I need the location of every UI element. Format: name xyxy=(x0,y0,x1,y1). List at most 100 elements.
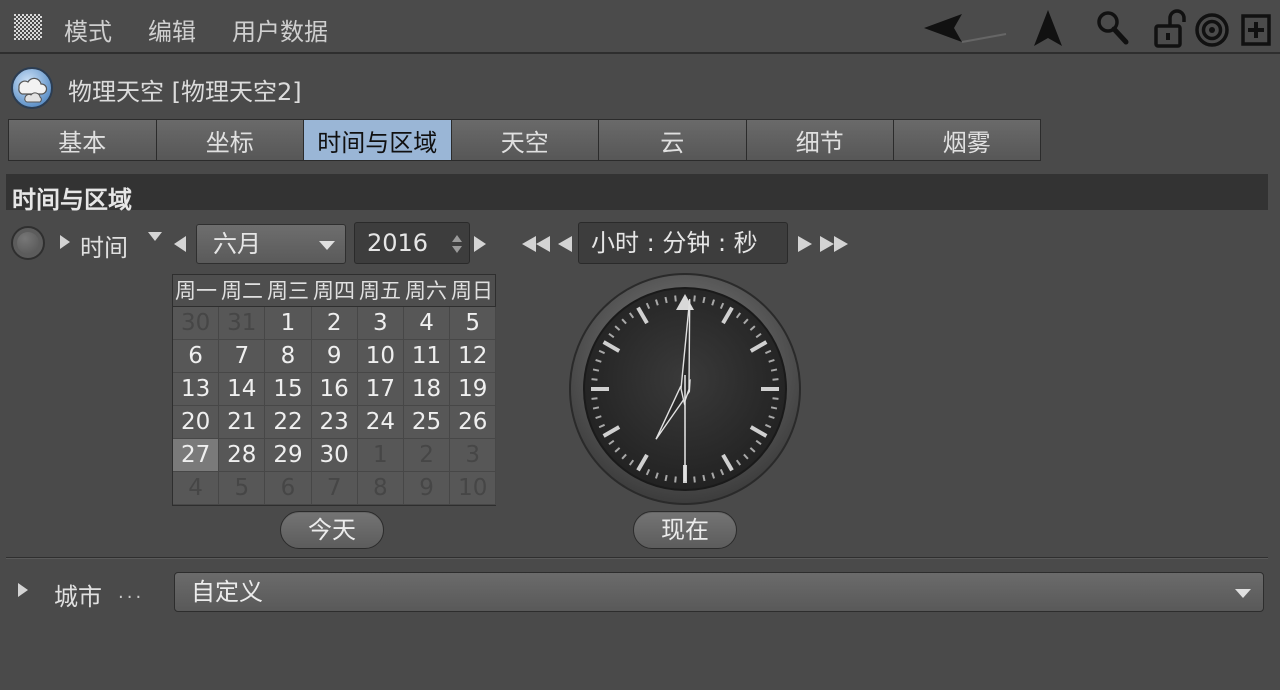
grid-menu-icon[interactable] xyxy=(14,14,42,40)
calendar-day[interactable]: 24 xyxy=(357,406,404,439)
calendar-day[interactable]: 10 xyxy=(450,472,497,505)
up-arrow-icon[interactable] xyxy=(1030,8,1066,48)
time-label: 时间 xyxy=(80,234,128,262)
calendar-weekday: 周六 xyxy=(405,279,447,303)
calendar-day[interactable]: 6 xyxy=(173,340,220,373)
time-placeholder: 小时 : 分钟 : 秒 xyxy=(591,229,758,257)
fast-forward-icon[interactable] xyxy=(794,234,850,254)
menu-user-data[interactable]: 用户数据 xyxy=(232,12,328,47)
calendar-weekday: 周一 xyxy=(175,279,217,303)
calendar-day[interactable]: 25 xyxy=(403,406,451,439)
time-options-icon[interactable] xyxy=(148,232,162,241)
calendar-day[interactable]: 3 xyxy=(450,439,497,472)
calendar-day[interactable]: 12 xyxy=(450,340,497,373)
expand-time-icon[interactable] xyxy=(60,235,70,249)
clock-tick xyxy=(693,476,696,483)
tab-fog[interactable]: 烟雾 xyxy=(893,119,1041,161)
calendar-day[interactable]: 26 xyxy=(450,406,497,439)
calendar-weekday: 周五 xyxy=(359,279,401,303)
calendar-day[interactable]: 5 xyxy=(450,307,497,340)
calendar-day[interactable]: 9 xyxy=(403,472,451,505)
expand-city-icon[interactable] xyxy=(18,583,28,597)
calendar-day[interactable]: 2 xyxy=(311,307,358,340)
clock-tick xyxy=(772,378,779,381)
clock-tick xyxy=(702,474,706,482)
year-value: 2016 xyxy=(367,229,429,257)
calendar-day[interactable]: 1 xyxy=(357,439,404,472)
chevron-down-icon xyxy=(1235,589,1251,598)
city-select[interactable]: 自定义 xyxy=(174,572,1264,612)
calendar-day[interactable]: 1 xyxy=(265,307,312,340)
chevron-down-icon xyxy=(319,241,335,250)
calendar-weekday-header: 周一 周二 周三 周四 周五 周六 周日 xyxy=(173,275,495,307)
clock-tick xyxy=(592,368,600,372)
target-icon[interactable] xyxy=(1194,8,1230,48)
calendar-day[interactable]: 21 xyxy=(219,406,266,439)
menu-mode[interactable]: 模式 xyxy=(64,12,112,47)
calendar-day[interactable]: 22 xyxy=(265,406,312,439)
animate-toggle[interactable] xyxy=(11,226,45,260)
calendar-day[interactable]: 23 xyxy=(311,406,358,439)
tab-details[interactable]: 细节 xyxy=(745,119,893,161)
calendar-day[interactable]: 15 xyxy=(265,373,312,406)
clock-tick xyxy=(674,476,677,483)
menu-edit[interactable]: 编辑 xyxy=(148,12,196,47)
section-title: 时间与区域 xyxy=(12,186,132,214)
year-field[interactable]: 2016 xyxy=(354,222,470,264)
clock-tick xyxy=(592,406,600,410)
month-value: 六月 xyxy=(213,230,261,258)
tab-clouds[interactable]: 云 xyxy=(598,119,746,161)
calendar-day[interactable]: 7 xyxy=(219,340,266,373)
tab-sky[interactable]: 天空 xyxy=(450,119,598,161)
unlock-icon[interactable] xyxy=(1152,8,1188,48)
calendar-day[interactable]: 29 xyxy=(265,439,312,472)
prev-month-icon[interactable] xyxy=(174,236,186,252)
clock-tick xyxy=(664,296,668,304)
calendar-day[interactable]: 10 xyxy=(357,340,404,373)
clock-icon[interactable] xyxy=(568,272,802,506)
next-month-icon[interactable] xyxy=(474,236,486,252)
calendar-day[interactable]: 7 xyxy=(311,472,358,505)
calendar-day[interactable]: 16 xyxy=(311,373,358,406)
rewind-icon[interactable] xyxy=(520,234,576,254)
tab-bar: 基本 坐标 时间与区域 天空 云 细节 烟雾 xyxy=(8,119,1041,161)
city-value: 自定义 xyxy=(191,578,263,606)
calendar-weekday: 周三 xyxy=(267,279,309,303)
tab-time-location[interactable]: 时间与区域 xyxy=(303,119,451,161)
calendar-day[interactable]: 20 xyxy=(173,406,220,439)
tab-coordinates[interactable]: 坐标 xyxy=(155,119,303,161)
calendar-day[interactable]: 17 xyxy=(357,373,404,406)
calendar-day[interactable]: 8 xyxy=(265,340,312,373)
calendar-day[interactable]: 14 xyxy=(219,373,266,406)
calendar-day[interactable]: 13 xyxy=(173,373,220,406)
time-input[interactable]: 小时 : 分钟 : 秒 xyxy=(578,222,788,264)
calendar-day[interactable]: 30 xyxy=(173,307,220,340)
calendar-day[interactable]: 3 xyxy=(357,307,404,340)
calendar-day[interactable]: 2 xyxy=(403,439,451,472)
search-icon[interactable] xyxy=(1094,8,1130,48)
calendar-day[interactable]: 6 xyxy=(265,472,312,505)
calendar: 周一 周二 周三 周四 周五 周六 周日 30 31 1 2 3 4 5 6 7 8 9 10 11 12 13 14 15… xyxy=(172,274,497,506)
calendar-day[interactable]: 5 xyxy=(219,472,266,505)
add-panel-icon[interactable] xyxy=(1240,8,1272,48)
clock-tick xyxy=(772,397,779,400)
calendar-day[interactable]: 4 xyxy=(403,307,451,340)
tab-basic[interactable]: 基本 xyxy=(8,119,156,161)
calendar-day[interactable]: 27 xyxy=(173,439,220,472)
today-button[interactable]: 今天 xyxy=(280,511,384,549)
calendar-day[interactable]: 8 xyxy=(357,472,404,505)
calendar-weekday: 周二 xyxy=(221,279,263,303)
calendar-day[interactable]: 19 xyxy=(450,373,497,406)
calendar-day[interactable]: 11 xyxy=(403,340,451,373)
now-button[interactable]: 现在 xyxy=(633,511,737,549)
calendar-day[interactable]: 30 xyxy=(311,439,358,472)
calendar-day[interactable]: 9 xyxy=(311,340,358,373)
back-arrow-icon[interactable] xyxy=(922,8,1008,48)
stepper-arrows-icon[interactable] xyxy=(451,234,463,254)
physical-sky-icon xyxy=(11,67,53,109)
calendar-day[interactable]: 31 xyxy=(219,307,266,340)
month-select[interactable]: 六月 xyxy=(196,224,346,264)
calendar-day[interactable]: 18 xyxy=(403,373,451,406)
calendar-day[interactable]: 4 xyxy=(173,472,220,505)
calendar-day[interactable]: 28 xyxy=(219,439,266,472)
